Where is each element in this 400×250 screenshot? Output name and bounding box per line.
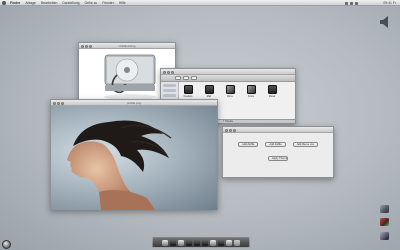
finder-item[interactable]: Musik <box>265 85 279 98</box>
safari-icon[interactable] <box>178 239 184 246</box>
back-button[interactable] <box>175 76 181 80</box>
finder-item-label: Mail <box>206 95 212 98</box>
avatar[interactable] <box>2 239 11 249</box>
trash-icon[interactable] <box>234 239 240 246</box>
close-button[interactable] <box>163 70 166 74</box>
folder-icon <box>267 85 277 94</box>
desktop-icon-drive[interactable] <box>380 205 389 213</box>
add-theme-button[interactable]: Add theme.css <box>292 142 318 147</box>
sidebar-item[interactable] <box>163 89 176 92</box>
zoom-button[interactable] <box>233 128 237 132</box>
image-viewer-window: profile.png <box>50 99 218 210</box>
wifi-icon[interactable] <box>345 1 348 5</box>
window-controls <box>81 44 93 48</box>
finder-toolbar <box>161 75 295 82</box>
window-controls <box>53 101 65 105</box>
minimize-button[interactable] <box>85 44 89 48</box>
user-widget <box>2 239 54 249</box>
close-button[interactable] <box>225 128 228 132</box>
download-icon[interactable] <box>226 239 232 246</box>
portrait-illustration <box>67 120 172 210</box>
window-controls <box>225 128 237 132</box>
window-controls <box>163 70 175 74</box>
apple-menu-icon[interactable] <box>2 0 6 5</box>
menubar-clock[interactable]: 09:41 Fr <box>383 1 396 5</box>
dock <box>152 237 250 248</box>
finder-item-label: Fotos <box>248 95 254 98</box>
minimize-button[interactable] <box>57 101 61 105</box>
disk-window-title: Untitled.dmg <box>118 44 136 48</box>
zoom-button[interactable] <box>171 70 175 74</box>
menu-darstellung[interactable]: Darstellung <box>62 1 79 5</box>
theme-panel-window: Add dotfile Add dotfile Add theme.css Ap… <box>222 126 334 178</box>
panel-titlebar[interactable] <box>223 127 333 133</box>
folder-icon <box>183 85 193 94</box>
image-window-title: profile.png <box>126 101 141 105</box>
sidebar-item[interactable] <box>163 94 176 97</box>
close-button[interactable] <box>53 101 56 105</box>
zoom-button[interactable] <box>61 101 65 105</box>
menu-ablage[interactable]: Ablage <box>25 1 36 5</box>
itunes-icon[interactable] <box>186 239 192 246</box>
folder-icon <box>246 85 256 94</box>
add-dotfile-button-2[interactable]: Add dotfile <box>265 142 286 147</box>
zoom-button[interactable] <box>89 44 93 48</box>
finder-item[interactable]: Desktop <box>181 85 195 98</box>
view-button[interactable] <box>191 76 197 80</box>
portrait-photo <box>51 106 217 210</box>
mail-icon[interactable] <box>170 239 176 246</box>
finder-item[interactable]: Filme <box>223 85 237 98</box>
desktop-icon-volume[interactable] <box>380 232 389 240</box>
speaker-icon <box>380 16 388 28</box>
battery-icon[interactable] <box>350 1 353 5</box>
finder-item[interactable]: Fotos <box>244 85 258 98</box>
menu-bearbeiten[interactable]: Bearbeiten <box>41 1 57 5</box>
menu-gehe-zu[interactable]: Gehe zu <box>85 1 98 5</box>
folder-icon[interactable] <box>218 239 224 246</box>
minimize-button[interactable] <box>167 70 171 74</box>
finder-item-label: Desktop <box>183 95 193 98</box>
panel-button-row: Add dotfile Add dotfile Add theme.css <box>223 142 333 147</box>
menubar: Finder Ablage Bearbeiten Darstellung Geh… <box>0 0 400 6</box>
photo-icon[interactable] <box>194 239 200 246</box>
folder-icon <box>225 85 235 94</box>
terminal-icon[interactable] <box>202 239 208 246</box>
forward-button[interactable] <box>183 76 189 80</box>
close-button[interactable] <box>81 44 84 48</box>
volume-icon[interactable] <box>355 1 358 5</box>
minimize-button[interactable] <box>229 128 233 132</box>
finder-item-label: Filme <box>227 95 233 98</box>
menu-hilfe[interactable]: Hilfe <box>119 1 126 5</box>
finder-icon[interactable] <box>162 239 168 246</box>
finder-titlebar[interactable] <box>161 69 295 75</box>
sidebar-item[interactable] <box>163 84 176 87</box>
settings-icon[interactable] <box>210 239 216 246</box>
apply-theme-button[interactable]: Apply Theme <box>268 156 288 161</box>
menu-fenster[interactable]: Fenster <box>102 1 114 5</box>
add-dotfile-button[interactable]: Add dotfile <box>238 142 259 147</box>
desktop-icon-image[interactable] <box>380 218 389 226</box>
menubar-status-icons <box>345 1 358 5</box>
folder-icon <box>204 85 214 94</box>
finder-item[interactable]: Mail <box>202 85 216 98</box>
finder-item-label: Musik <box>268 95 276 98</box>
menu-finder[interactable]: Finder <box>10 1 20 5</box>
